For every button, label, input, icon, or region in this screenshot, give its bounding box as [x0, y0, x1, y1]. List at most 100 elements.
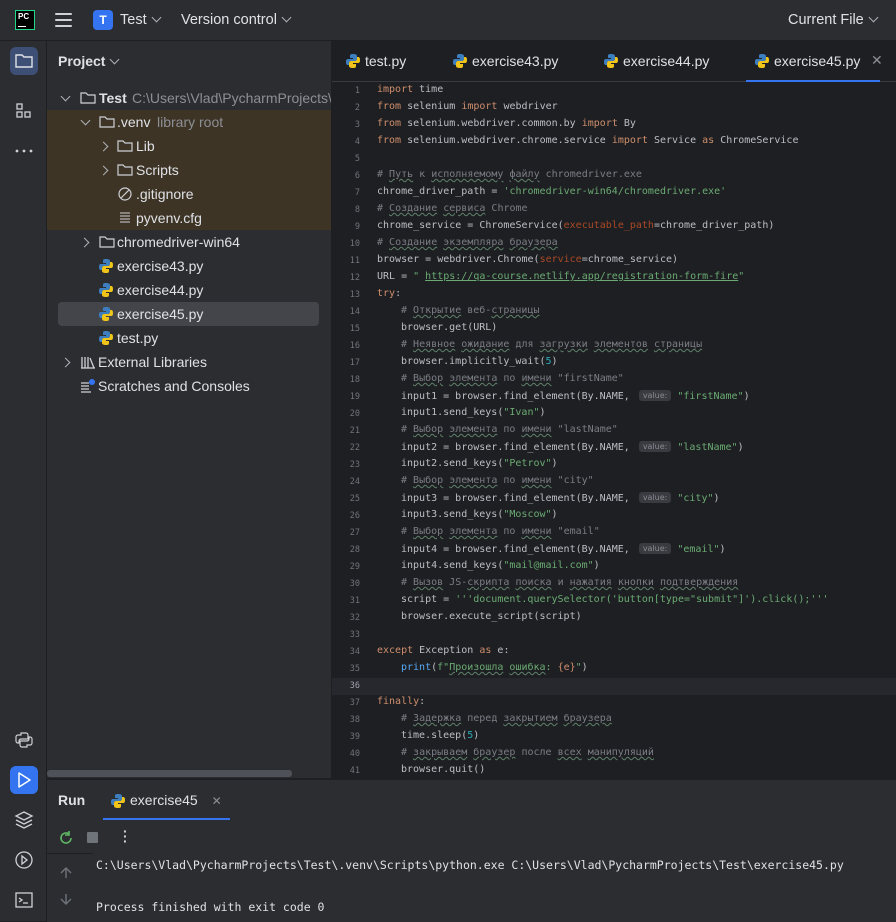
code-line: # Задержка перед закрытием браузера: [401, 713, 612, 724]
line-number: 18: [349, 375, 360, 385]
line-number: 20: [349, 409, 360, 419]
run-config-selector[interactable]: Current File: [788, 12, 879, 28]
line-number: 19: [349, 392, 360, 402]
console-output[interactable]: C:\Users\Vlad\PycharmProjects\Test\.venv…: [93, 853, 896, 922]
url-link[interactable]: https://qa-course.netlify.app/registrati…: [425, 271, 738, 282]
project-avatar[interactable]: T: [93, 10, 113, 30]
code-line: # Неявное ожидание для загрузки элементо…: [401, 339, 703, 350]
close-tab-icon[interactable]: ✕: [871, 52, 883, 69]
tree-item-scratches[interactable]: Scratches and Consoles: [47, 374, 331, 398]
project-panel-title: Project: [58, 53, 106, 69]
tree-item-venv[interactable]: .venv library root: [47, 110, 331, 134]
code-line: # Вызов JS-скрипта поиска и нажатия кноп…: [401, 577, 739, 588]
tab-exercise45[interactable]: exercise45.py: [745, 41, 881, 82]
python-file-icon: [99, 283, 113, 297]
folder-icon: [117, 140, 133, 152]
line-number: 37: [349, 698, 360, 708]
layers-tool-button[interactable]: [10, 806, 38, 834]
line-number: 12: [349, 273, 360, 283]
code-line: input4.send_keys("mail@mail.com"): [401, 560, 600, 571]
code-line: input3.send_keys("Moscow"): [401, 509, 558, 520]
chevron-down-icon: [151, 12, 162, 23]
tree-item-test[interactable]: test.py: [47, 326, 331, 350]
close-run-tab-icon[interactable]: ✕: [212, 794, 222, 808]
tree-item-scripts[interactable]: Scripts: [47, 158, 331, 182]
code-line: URL = " https://qa-course.netlify.app/re…: [377, 271, 745, 282]
console-gutter: [47, 853, 87, 922]
tree-item-root[interactable]: Test C:\Users\Vlad\PycharmProjects\: [47, 86, 331, 110]
pycharm-logo-icon[interactable]: PC: [15, 10, 35, 30]
vcs-label: Version control: [181, 12, 277, 28]
tree-item-lib[interactable]: Lib: [47, 134, 331, 158]
ignored-file-icon: [118, 187, 132, 201]
run-panel-title: Run: [58, 792, 86, 808]
title-bar: PC T Test Version control Current File: [0, 0, 896, 41]
run-tab-label: exercise45: [130, 792, 198, 808]
tab-label: exercise45.py: [774, 53, 861, 69]
tree-item-pyvenv[interactable]: pyvenv.cfg: [47, 206, 331, 230]
line-number: 39: [349, 732, 360, 742]
scroll-up-icon[interactable]: [59, 866, 73, 880]
tree-item-label: Scripts: [136, 162, 179, 178]
stop-icon[interactable]: [87, 832, 98, 843]
chevron-right-icon: [60, 357, 71, 368]
structure-tool-button[interactable]: [10, 97, 38, 125]
run-tab-exercise45[interactable]: exercise45 ✕: [110, 792, 222, 808]
scroll-down-icon[interactable]: [59, 892, 73, 906]
line-number: 41: [349, 766, 360, 776]
services-tool-button[interactable]: [10, 846, 38, 874]
line-number: 7: [354, 188, 360, 198]
code-line: browser.execute_script(script): [401, 611, 582, 622]
more-options-icon[interactable]: · · ·: [123, 824, 128, 848]
tree-item-external-libraries[interactable]: External Libraries: [47, 350, 331, 374]
tab-exercise44[interactable]: exercise44.py: [603, 41, 709, 81]
project-name: Test: [120, 12, 147, 28]
tab-test[interactable]: test.py: [345, 41, 406, 81]
code-editor[interactable]: 1 2 3 4 5 6 7 8 9 10 11 12 13 14 15 16 17 18 19 20 21 22 23 24 2…: [332, 82, 896, 778]
code-line: # закрываем браузер после всех манипуляц…: [401, 747, 654, 758]
layers-icon: [14, 811, 34, 829]
run-panel: Run exercise45 ✕ · · · C:\Users\Vlad\Pycha…: [47, 779, 896, 922]
tree-item-exercise44[interactable]: exercise44.py: [47, 278, 331, 302]
terminal-tool-button[interactable]: [10, 886, 38, 914]
line-number: 5: [354, 154, 360, 164]
project-panel: Project Test C:\Users\Vlad\PycharmProjec…: [47, 41, 332, 778]
run-tool-button[interactable]: [10, 766, 38, 794]
run-config-label: Current File: [788, 12, 864, 28]
chevron-down-icon: [868, 12, 879, 23]
chevron-down-icon: [60, 91, 71, 102]
project-switcher[interactable]: Test: [120, 12, 162, 28]
line-number: 40: [349, 749, 360, 759]
parameter-hint: value:: [638, 441, 672, 452]
folder-icon: [117, 164, 133, 176]
services-icon: [15, 851, 33, 869]
editor-tab-bar: test.py exercise43.py exercise44.py exer…: [332, 41, 896, 82]
project-panel-header[interactable]: Project: [58, 53, 120, 69]
tree-item-label: Scratches and Consoles: [98, 378, 250, 394]
more-tools-button[interactable]: [10, 137, 38, 165]
rerun-icon[interactable]: [58, 830, 74, 846]
python-file-icon: [604, 54, 618, 68]
tab-label: exercise44.py: [623, 53, 710, 69]
line-number: 25: [349, 494, 360, 504]
code-line: chrome_driver_path = 'chromedriver-win64…: [377, 186, 727, 197]
tree-item-label: test.py: [117, 330, 159, 346]
folder-icon: [99, 116, 115, 128]
project-tool-button[interactable]: [10, 47, 38, 75]
tab-exercise43[interactable]: exercise43.py: [452, 41, 558, 81]
current-line-highlight: [332, 678, 896, 695]
code-line: browser = webdriver.Chrome(service=chrom…: [377, 254, 679, 265]
python-console-button[interactable]: [10, 726, 38, 754]
line-number: 22: [349, 443, 360, 453]
venv-name: .venv: [117, 114, 151, 130]
tree-item-gitignore[interactable]: .gitignore: [47, 182, 331, 206]
code-line: finally:: [377, 696, 426, 707]
vcs-menu[interactable]: Version control: [181, 12, 292, 28]
main-menu-icon[interactable]: [55, 12, 73, 28]
tree-item-label: Lib: [136, 138, 155, 154]
tree-item-exercise43[interactable]: exercise43.py: [47, 254, 331, 278]
line-number: 10: [349, 239, 360, 249]
horizontal-scrollbar[interactable]: [47, 770, 292, 777]
tree-item-exercise45[interactable]: exercise45.py: [58, 302, 319, 326]
tree-item-chromedriver[interactable]: chromedriver-win64: [47, 230, 331, 254]
